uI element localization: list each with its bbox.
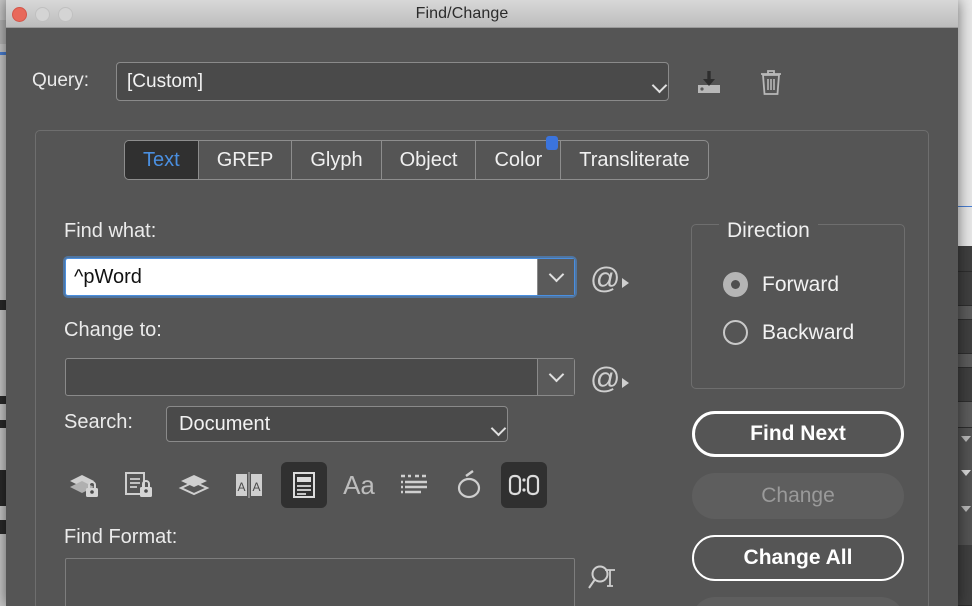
zoom-button[interactable] [58, 7, 73, 22]
specify-attributes-icon [588, 565, 615, 589]
find-format-box[interactable] [65, 558, 575, 606]
save-query-icon [698, 71, 720, 93]
find-special-chars-button[interactable]: @ [590, 262, 630, 296]
radio-backward[interactable] [723, 320, 748, 345]
tab-label: Text [143, 148, 180, 171]
include-hidden-layers-icon [178, 475, 210, 496]
find-change-dialog: Find/Change Query: [Custom] Text GREP Gl… [6, 0, 958, 606]
ignore-diacritics-button[interactable] [446, 462, 492, 508]
change-find-button: Change/Find [692, 597, 904, 606]
delete-query-button[interactable] [754, 65, 788, 99]
include-footnotes-icon [293, 472, 315, 498]
window-controls [12, 7, 73, 22]
whole-word-icon [401, 474, 427, 494]
include-master-pages-button[interactable]: A A [226, 462, 272, 508]
direction-group [691, 224, 905, 389]
whole-word-button[interactable] [391, 462, 437, 508]
background-panel-sliver [958, 0, 972, 606]
tab-object[interactable]: Object [382, 141, 477, 179]
search-scope-value: Document [179, 412, 271, 435]
tab-color[interactable]: Color [476, 136, 562, 179]
find-next-button[interactable]: Find Next [692, 411, 904, 457]
dialog-body: Query: [Custom] Text GREP Glyph Object C… [6, 28, 958, 606]
search-label: Search: [64, 411, 133, 433]
search-scope-select[interactable]: Document [166, 406, 508, 442]
screen: Find/Change Query: [Custom] Text GREP Gl… [0, 0, 972, 606]
change-special-chars-button[interactable]: @ [590, 362, 630, 396]
radio-forward[interactable] [723, 272, 748, 297]
find-what-combo[interactable]: ^pWord [65, 258, 575, 296]
svg-text:A: A [252, 480, 260, 494]
tab-transliterate[interactable]: Transliterate [561, 141, 707, 179]
tabstrip: Text GREP Glyph Object Color Translitera… [124, 136, 709, 180]
tab-label: GREP [216, 148, 274, 171]
specify-find-format-button[interactable] [586, 562, 626, 598]
find-what-input[interactable]: ^pWord [66, 259, 537, 295]
tab-label: Glyph [310, 148, 363, 171]
trash-icon [761, 70, 781, 95]
save-query-button[interactable] [692, 65, 726, 99]
window-title: Find/Change [415, 4, 509, 22]
change-button: Change [692, 473, 904, 519]
tab-label: Transliterate [579, 148, 690, 171]
direction-forward-option[interactable]: Forward [723, 272, 839, 297]
color-tab-badge [546, 136, 559, 150]
query-value: [Custom] [127, 70, 204, 92]
query-row: Query: [Custom] [6, 59, 958, 105]
tab-label: Object [399, 148, 458, 171]
direction-backward-label: Backward [762, 320, 855, 344]
close-button[interactable] [12, 7, 27, 22]
at-menu-icon: @ [590, 262, 621, 295]
tab-glyph[interactable]: Glyph [292, 141, 382, 179]
svg-text:Aa: Aa [343, 470, 375, 500]
case-sensitive-icon: Aa [343, 470, 375, 500]
tab-text[interactable]: Text [125, 141, 199, 179]
direction-title: Direction [719, 219, 818, 243]
tab-label: Color [494, 148, 543, 171]
include-master-pages-icon: A A [236, 472, 262, 498]
find-what-dropdown-arrow[interactable] [537, 259, 574, 295]
tab-grep[interactable]: GREP [199, 141, 293, 179]
direction-forward-label: Forward [762, 272, 840, 296]
include-footnotes-button[interactable] [281, 462, 327, 508]
ignore-kashida-icon [508, 474, 540, 496]
include-locked-stories-icon [125, 472, 152, 497]
titlebar: Find/Change [6, 0, 958, 28]
change-to-combo[interactable] [65, 358, 575, 396]
svg-text:A: A [237, 480, 245, 494]
find-what-label: Find what: [64, 220, 157, 242]
change-to-dropdown-arrow[interactable] [537, 359, 574, 395]
minimize-button[interactable] [35, 7, 50, 22]
change-all-button[interactable]: Change All [692, 535, 904, 581]
find-format-label: Find Format: [64, 526, 178, 548]
include-locked-stories-button[interactable] [116, 462, 162, 508]
search-options-toolbar: A A Aa [61, 462, 547, 508]
query-label: Query: [32, 70, 90, 91]
ignore-kashida-button[interactable] [501, 462, 547, 508]
include-locked-layers-icon [70, 475, 98, 497]
change-to-label: Change to: [64, 319, 162, 341]
include-hidden-layers-button[interactable] [171, 462, 217, 508]
include-locked-layers-button[interactable] [61, 462, 107, 508]
query-select[interactable]: [Custom] [116, 62, 669, 101]
direction-backward-option[interactable]: Backward [723, 320, 854, 345]
ignore-diacritics-icon [457, 470, 481, 499]
at-menu-icon: @ [590, 362, 621, 395]
change-to-input[interactable] [66, 359, 537, 395]
case-sensitive-button[interactable]: Aa [336, 462, 382, 508]
